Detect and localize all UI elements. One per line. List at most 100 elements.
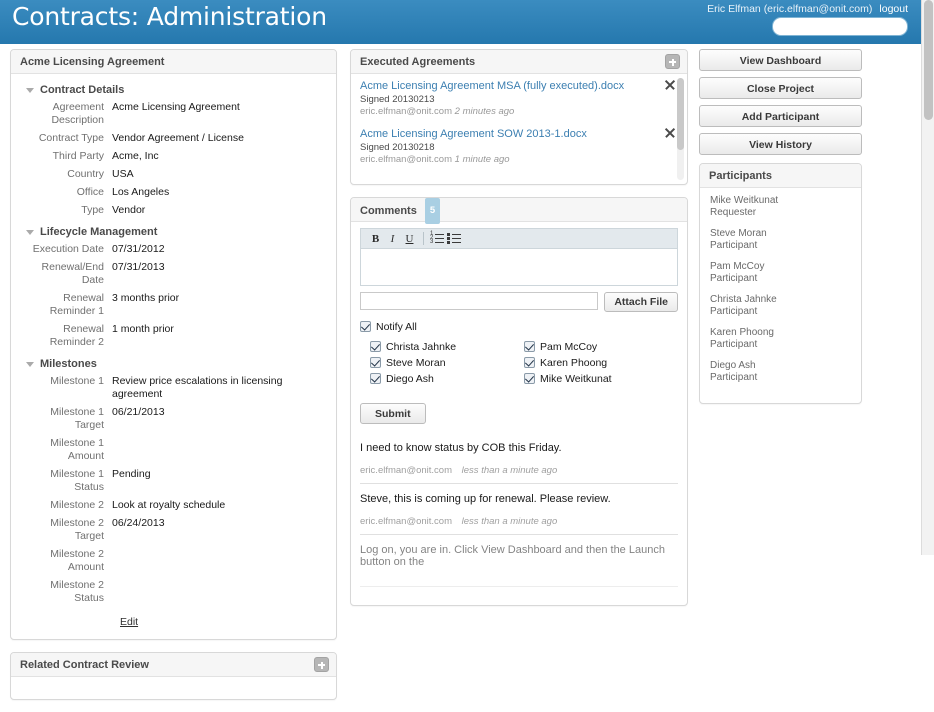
participants-panel: Participants Mike Weitkunat Requester St… [699, 163, 862, 404]
toolbar-divider [423, 232, 424, 245]
recipient-checkbox[interactable] [524, 357, 535, 368]
section-contract-details[interactable]: Contract Details [20, 80, 327, 101]
field-label: Execution Date [32, 243, 104, 255]
field-label: Country [67, 168, 104, 180]
comment-text: Log on, you are in. Click View Dashboard… [360, 544, 665, 568]
view-dashboard-button[interactable]: View Dashboard [699, 49, 862, 71]
list-item: Mike Weitkunat Requester [710, 195, 851, 219]
agreement-author: eric.elfman@onit.com [360, 106, 453, 117]
participant-role: Participant [710, 306, 758, 317]
comment-text: I need to know status by COB this Friday… [360, 442, 562, 454]
comment-meta: eric.elfman@onit.com less than a minute … [360, 516, 678, 527]
field-label: Milestone 1 Amount [50, 437, 104, 462]
recipient-label: Steve Moran [386, 357, 446, 369]
chevron-down-icon[interactable] [26, 88, 34, 93]
comment-editor-input[interactable] [360, 248, 678, 286]
edit-row: Edit [20, 610, 327, 630]
field-value: 06/21/2013 [112, 406, 165, 418]
agreements-scrollbar[interactable] [677, 78, 684, 180]
recipient-checkbox[interactable] [370, 341, 381, 352]
field-row: Milestone 1 Status Pending [20, 468, 327, 494]
field-label: Contract Type [38, 132, 104, 144]
comment-time: less than a minute ago [461, 516, 558, 527]
attach-file-input[interactable] [360, 292, 599, 310]
remove-agreement-icon[interactable] [663, 126, 676, 139]
list-item: I need to know status by COB this Friday… [360, 442, 678, 484]
add-related-contract-icon[interactable] [314, 657, 329, 672]
comments-header: Comments 5 [351, 198, 687, 224]
comments-count-badge: 5 [424, 198, 441, 224]
view-history-button[interactable]: View History [699, 133, 862, 155]
logout-link[interactable]: logout [879, 3, 908, 15]
attach-file-button[interactable]: Attach File [604, 292, 678, 312]
recipient-mike-weitkunat[interactable]: Mike Weitkunat [524, 373, 678, 385]
close-project-button[interactable]: Close Project [699, 77, 862, 99]
search-input[interactable] [772, 17, 908, 36]
page-scrollbar[interactable] [921, 0, 934, 555]
participant-name: Mike Weitkunat [710, 195, 779, 206]
related-contract-review-body [11, 677, 336, 699]
field-label: Third Party [52, 150, 104, 162]
italic-icon[interactable]: I [384, 231, 401, 247]
notify-all-label: Notify All [376, 321, 417, 333]
page-title: Contracts: Administration [12, 2, 327, 31]
agreement-link[interactable]: Acme Licensing Agreement MSA (fully exec… [360, 80, 671, 92]
remove-agreement-icon[interactable] [663, 78, 676, 91]
field-row: Third Party Acme, Inc [20, 150, 327, 163]
recipient-steve-moran[interactable]: Steve Moran [370, 357, 524, 369]
page-scrollbar-thumb[interactable] [924, 0, 933, 120]
participant-name: Steve Moran [710, 228, 767, 239]
edit-link[interactable]: Edit [120, 616, 138, 628]
unordered-list-icon[interactable] [446, 231, 463, 247]
recipient-karen-phoong[interactable]: Karen Phoong [524, 357, 678, 369]
section-milestones[interactable]: Milestones [20, 354, 327, 375]
list-item: Karen Phoong Participant [710, 327, 851, 351]
participants-title: Participants [709, 170, 772, 182]
submit-button[interactable]: Submit [360, 403, 426, 424]
recipient-checkbox[interactable] [524, 373, 535, 384]
field-value: Vendor Agreement / License [112, 132, 244, 144]
comment-time: less than a minute ago [461, 465, 558, 476]
agreement-meta: eric.elfman@onit.com 1 minute ago [360, 154, 671, 165]
chevron-down-icon[interactable] [26, 230, 34, 235]
field-row: Agreement Description Acme Licensing Agr… [20, 101, 327, 127]
related-contract-review-title: Related Contract Review [20, 659, 149, 671]
field-label: Milestone 2 Amount [50, 548, 104, 573]
recipient-christa-jahnke[interactable]: Christa Jahnke [370, 341, 524, 353]
ordered-list-icon[interactable]: 123 [429, 231, 446, 247]
underline-icon[interactable]: U [401, 231, 418, 247]
bold-icon[interactable]: B [367, 231, 384, 247]
add-agreement-icon[interactable] [665, 54, 680, 69]
user-info: Eric Elfman (eric.elfman@onit.com) logout [707, 3, 908, 15]
field-value: 06/24/2013 [112, 517, 165, 529]
recipient-checkbox[interactable] [370, 373, 381, 384]
field-value: Los Angeles [112, 186, 170, 198]
notify-all-row[interactable]: Notify All [360, 321, 678, 333]
recipient-checkbox[interactable] [370, 357, 381, 368]
participant-role: Requester [710, 207, 757, 218]
field-label: Renewal Reminder 1 [49, 292, 104, 317]
field-label: Agreement Description [51, 101, 104, 126]
field-label: Milestone 2 Status [50, 579, 104, 604]
agreements-scrollbar-thumb[interactable] [677, 78, 684, 150]
field-label: Office [76, 186, 104, 198]
add-participant-button[interactable]: Add Participant [699, 105, 862, 127]
section-lifecycle-management[interactable]: Lifecycle Management [20, 222, 327, 243]
recipient-diego-ash[interactable]: Diego Ash [370, 373, 524, 385]
list-item: Steve Moran Participant [710, 228, 851, 252]
list-item: Log on, you are in. Click View Dashboard… [360, 544, 678, 587]
list-item: Steve, this is coming up for renewal. Pl… [360, 493, 678, 535]
recipient-checkbox[interactable] [524, 341, 535, 352]
chevron-down-icon[interactable] [26, 362, 34, 367]
field-row: Milestone 2 Status [20, 579, 327, 605]
agreement-link[interactable]: Acme Licensing Agreement SOW 2013-1.docx [360, 128, 671, 140]
participants-list: Mike Weitkunat Requester Steve Moran Par… [700, 188, 861, 403]
field-row: Country USA [20, 168, 327, 181]
recipient-pam-mccoy[interactable]: Pam McCoy [524, 341, 678, 353]
list-item: Pam McCoy Participant [710, 261, 851, 285]
field-value: 3 months prior [112, 292, 180, 304]
notify-all-checkbox[interactable] [360, 321, 371, 332]
field-label: Milestone 1 Target [50, 406, 104, 431]
executed-agreements-list: Acme Licensing Agreement MSA (fully exec… [351, 74, 687, 184]
field-row: Renewal/End Date 07/31/2013 [20, 261, 327, 287]
